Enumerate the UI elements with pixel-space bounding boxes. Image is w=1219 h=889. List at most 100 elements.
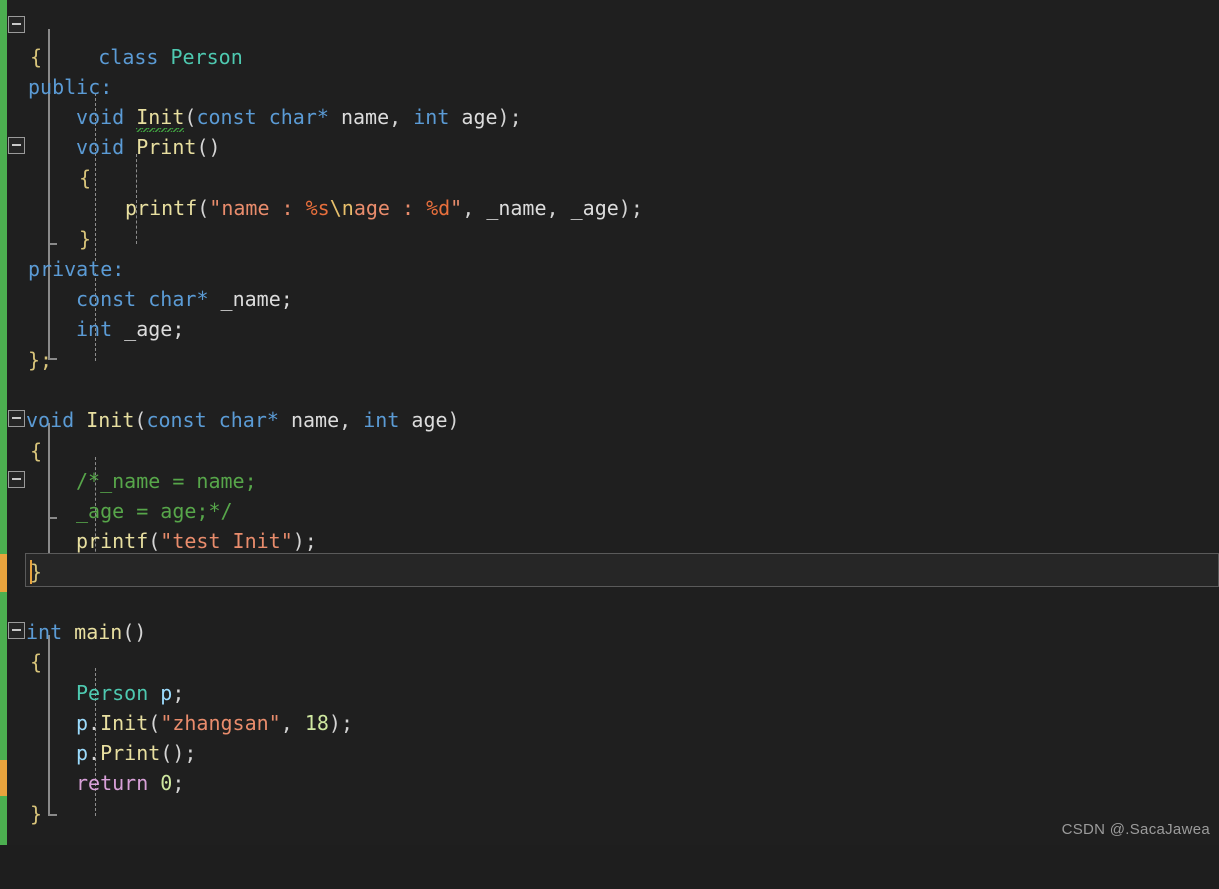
token-member-age: _age; <box>124 317 185 341</box>
code-line[interactable]: return 0; <box>0 768 1219 798</box>
token-semicolon: ; <box>172 681 185 705</box>
token-string-part: name : <box>221 196 306 220</box>
code-line-blank[interactable] <box>0 587 1219 617</box>
token-brace: { <box>79 166 92 190</box>
code-line[interactable]: class Person <box>0 12 1219 69</box>
code-line[interactable]: _age = age;*/ <box>0 496 1219 526</box>
token-paren: ( <box>148 529 161 553</box>
token-escape-newline: \n <box>329 196 354 220</box>
token-keyword-char: char <box>268 105 317 129</box>
token-param-name: name <box>340 105 390 129</box>
token-parens: () <box>196 135 221 159</box>
token-access-private: private: <box>28 257 125 281</box>
token-brace: { <box>30 650 43 674</box>
code-line-blank[interactable] <box>0 375 1219 405</box>
code-line[interactable]: } <box>0 224 1219 254</box>
token-method-print: Print <box>100 741 161 765</box>
code-line-current[interactable]: } <box>0 557 1219 587</box>
token-paren: ( <box>197 196 210 220</box>
code-line[interactable]: { <box>0 163 1219 193</box>
token-keyword-void: void <box>76 105 125 129</box>
token-keyword-void: void <box>26 408 75 432</box>
token-string: "test Init" <box>160 529 293 553</box>
code-line[interactable]: void Print() <box>0 132 1219 162</box>
token-keyword-int: int <box>413 105 450 129</box>
token-function-main: main <box>74 620 123 644</box>
token-function-print: Print <box>136 135 197 159</box>
token-close: ); <box>292 529 317 553</box>
token-semicolon: ; <box>172 771 185 795</box>
code-line[interactable]: void Init(const char* name, int age) <box>0 405 1219 435</box>
code-line[interactable]: const char* _name; <box>0 284 1219 314</box>
token-quote: " <box>209 196 222 220</box>
token-string: "zhangsan" <box>160 711 281 735</box>
code-editor-surface[interactable]: class Person { public: void Init(const c… <box>0 0 1219 845</box>
token-keyword-const: const <box>146 408 207 432</box>
code-line[interactable]: void Init(const char* name, int age); <box>0 102 1219 132</box>
token-string-part: age : <box>353 196 427 220</box>
token-brace: } <box>79 227 92 251</box>
code-line[interactable]: int main() <box>0 617 1219 647</box>
token-keyword-int: int <box>363 408 400 432</box>
token-dot: . <box>88 711 101 735</box>
token-arg-name: _name <box>486 196 547 220</box>
token-param-name: name <box>290 408 340 432</box>
token-variable-p: p <box>76 711 89 735</box>
token-comma: , <box>280 711 305 735</box>
text-caret <box>30 560 32 584</box>
watermark-label: CSDN @.SacaJawea <box>1061 821 1210 838</box>
token-comma: , <box>546 196 571 220</box>
code-line[interactable]: /*_name = name; <box>0 466 1219 496</box>
code-line[interactable]: p.Print(); <box>0 738 1219 768</box>
token-member-name: _name; <box>220 287 293 311</box>
token-star: * <box>266 408 279 432</box>
token-variable-p: p <box>160 681 173 705</box>
token-keyword-char: char <box>218 408 267 432</box>
token-star: * <box>316 105 329 129</box>
token-number: 0 <box>160 771 173 795</box>
token-type-person: Person <box>76 681 149 705</box>
token-comma: , <box>389 105 414 129</box>
token-keyword-int: int <box>76 317 113 341</box>
code-line[interactable]: { <box>0 647 1219 677</box>
token-arg-age: _age <box>570 196 619 220</box>
token-brace: { <box>30 439 43 463</box>
code-line[interactable]: private: <box>0 254 1219 284</box>
token-method-init: Init <box>100 711 149 735</box>
code-line[interactable]: { <box>0 436 1219 466</box>
token-paren: ( <box>148 711 161 735</box>
token-function-init: Init <box>86 408 135 432</box>
token-close: (); <box>160 741 197 765</box>
token-keyword-int: int <box>26 620 63 644</box>
token-star: * <box>196 287 209 311</box>
code-line[interactable]: Person p; <box>0 678 1219 708</box>
token-variable-p: p <box>76 741 89 765</box>
token-function-printf: printf <box>125 196 198 220</box>
token-function-printf: printf <box>76 529 149 553</box>
token-parens: () <box>122 620 147 644</box>
token-quote: " <box>450 196 463 220</box>
token-comma: , <box>339 408 364 432</box>
code-line[interactable]: } <box>0 799 1219 829</box>
code-line[interactable]: printf("test Init"); <box>0 526 1219 556</box>
token-paren: ( <box>184 105 197 129</box>
code-line[interactable]: }; <box>0 345 1219 375</box>
token-close: ); <box>618 196 643 220</box>
code-line[interactable]: p.Init("zhangsan", 18); <box>0 708 1219 738</box>
code-line[interactable]: public: <box>0 72 1219 102</box>
token-close: ) <box>447 408 460 432</box>
token-param-age: age <box>461 105 498 129</box>
token-paren: ( <box>134 408 147 432</box>
token-keyword-void: void <box>76 135 125 159</box>
token-comma: , <box>462 196 487 220</box>
code-line[interactable]: printf("name : %s\nage : %d", _name, _ag… <box>0 193 1219 223</box>
token-function-init: Init <box>136 105 185 132</box>
token-brace: }; <box>28 348 53 372</box>
token-brace: { <box>30 45 43 69</box>
token-keyword-const: const <box>196 105 257 129</box>
code-line[interactable]: { <box>0 42 1219 72</box>
token-comment: _age = age;*/ <box>76 499 233 523</box>
token-keyword-return: return <box>76 771 149 795</box>
token-number: 18 <box>304 711 329 735</box>
code-line[interactable]: int _age; <box>0 314 1219 344</box>
